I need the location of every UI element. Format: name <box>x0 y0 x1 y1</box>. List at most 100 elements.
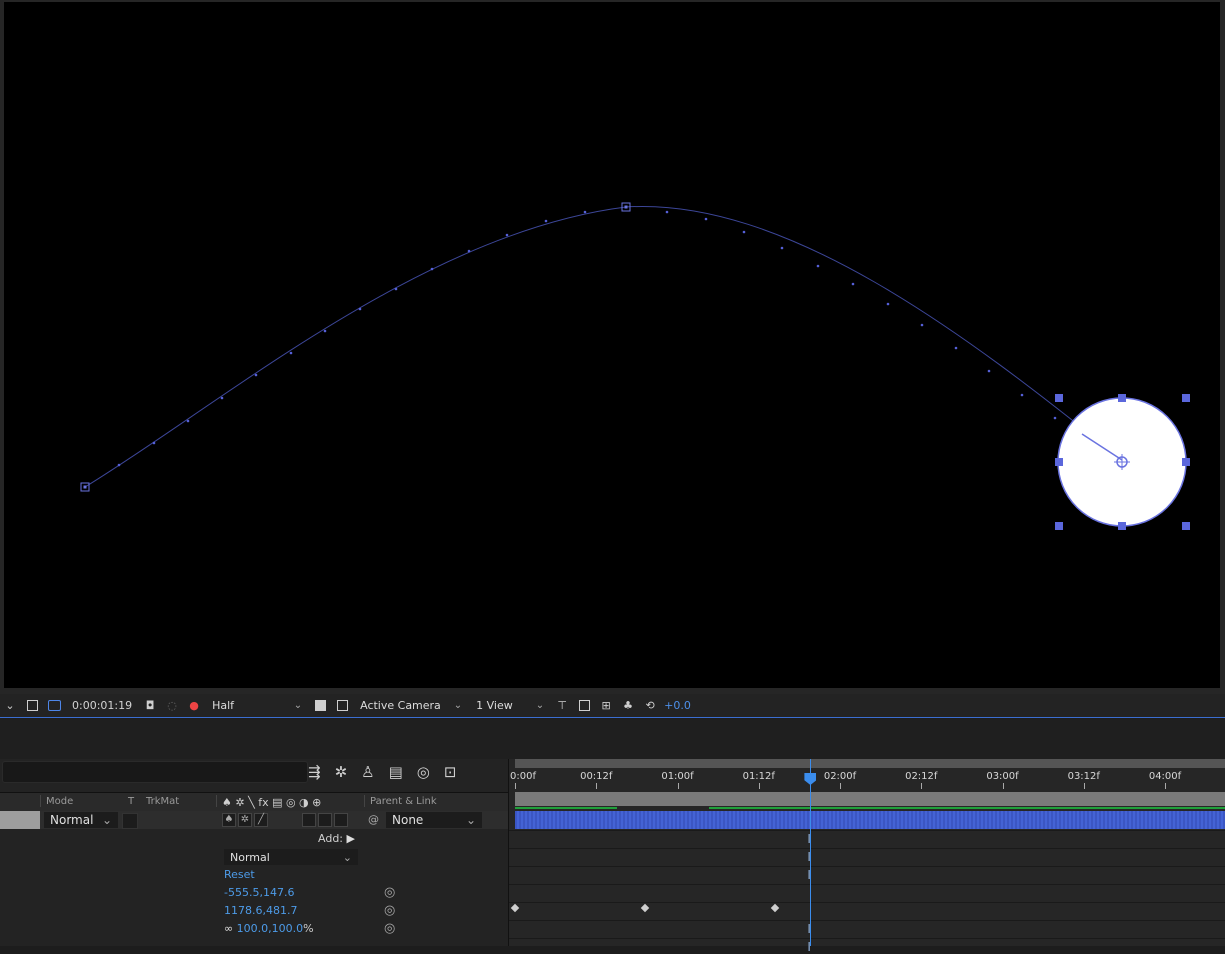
ruler-tick <box>596 783 598 789</box>
transparency-grid-icon[interactable] <box>334 697 350 715</box>
parent-dropdown[interactable]: None ⌄ <box>386 812 482 828</box>
stopwatch-icon[interactable]: ◎ <box>384 921 395 936</box>
composition-viewer <box>0 0 1225 694</box>
camera-label: Active Camera <box>360 699 441 712</box>
layer-duration-bar[interactable] <box>515 811 1225 829</box>
ruler-tick-label: 01:00f <box>661 771 694 782</box>
ruler-tick-label: 01:12f <box>742 771 775 782</box>
timeline-switch-icons: ⇶ ✲ ♙ ▤ ◎ ⊡ <box>308 763 456 781</box>
cache-indicator <box>515 807 617 809</box>
blend-mode-dropdown[interactable]: Normal ⌄ <box>224 849 358 865</box>
switches-column-icons[interactable]: ♠ ✲ ╲ fx ▤ ◎ ◑ ⊕ <box>222 796 321 809</box>
cache-indicator <box>709 807 1225 809</box>
parent-label: None <box>392 813 424 827</box>
view-layout-label: 1 View <box>476 699 513 712</box>
ruler-tick-label: 03:00f <box>986 771 1019 782</box>
composition-mini-flowchart-icon[interactable]: ⇶ <box>308 763 321 781</box>
ruler-tick-label: 00:12f <box>580 771 613 782</box>
t-column-header[interactable]: T <box>128 796 134 807</box>
ruler-tick <box>515 783 516 789</box>
constrain-proportions-icon[interactable]: ∞ <box>224 922 233 935</box>
motion-path-overlay <box>80 202 1190 530</box>
composition-canvas[interactable] <box>4 2 1220 688</box>
timeline-layer-panel: ⇶ ✲ ♙ ▤ ◎ ⊡ Mode T TrkMat ♠ ✲ ╲ fx ▤ ◎ ◑… <box>0 759 508 946</box>
parent-column-header[interactable]: Parent & Link <box>370 796 437 807</box>
chevron-down-icon: ⌄ <box>453 700 463 711</box>
3d-layer-switch[interactable] <box>334 813 348 827</box>
motion-path <box>84 205 1123 488</box>
track-separator <box>509 938 1225 939</box>
shy-layers-icon[interactable]: ♙ <box>361 763 374 781</box>
position-value[interactable]: 1178.6,481.7 <box>224 904 297 917</box>
ruler-tick <box>1165 783 1166 789</box>
stopwatch-icon[interactable]: ◎ <box>384 903 395 918</box>
layer-search-input[interactable] <box>2 761 308 783</box>
grid-guides-icon[interactable] <box>24 697 40 715</box>
stopwatch-icon[interactable]: ◎ <box>384 885 395 900</box>
fast-previews-icon[interactable] <box>576 697 592 715</box>
scale-row: ∞ 100.0,100.0% ◎ <box>0 920 508 938</box>
layer-mode-label: Normal <box>50 813 94 827</box>
motion-path-dots <box>117 210 1057 467</box>
mask-visibility-icon[interactable] <box>46 697 62 715</box>
region-of-interest-icon[interactable] <box>312 697 328 715</box>
motion-blur-icon[interactable]: ◎ <box>417 763 430 781</box>
ruler-tick <box>921 783 923 789</box>
work-area-bar[interactable] <box>515 792 1225 806</box>
current-time-indicator-head[interactable] <box>804 773 817 785</box>
flowchart-icon[interactable]: ♣ <box>620 697 636 715</box>
ruler-tick-label: 02:12f <box>905 771 938 782</box>
ruler-tick <box>840 783 841 789</box>
show-snapshot-icon[interactable]: ◌ <box>164 697 180 715</box>
collapse-switch[interactable]: ✲ <box>238 813 252 827</box>
timeline-icon[interactable]: ⊞ <box>598 697 614 715</box>
add-property-row: Add: ▶ <box>0 830 508 848</box>
time-navigator-bar[interactable] <box>515 759 1225 768</box>
current-time-display[interactable]: 0:00:01:19 <box>68 699 136 712</box>
exposure-value[interactable]: +0.0 <box>664 699 691 712</box>
toggle-pixel-aspect-icon[interactable]: ⊤ <box>554 697 570 715</box>
chevron-down-icon: ⌄ <box>465 813 476 827</box>
track-separator <box>509 884 1225 885</box>
track-separator <box>509 920 1225 921</box>
timeline-header-band <box>0 719 1225 759</box>
pick-whip-icon[interactable]: @ <box>368 813 379 826</box>
frame-blending-icon[interactable]: ▤ <box>389 763 403 781</box>
mode-column-header[interactable]: Mode <box>46 796 73 807</box>
ruler-tick-label: 0:00f <box>510 771 536 782</box>
layer-mode-dropdown[interactable]: Normal ⌄ <box>44 812 118 828</box>
layer-label-color[interactable] <box>0 811 40 829</box>
anchor-point-value[interactable]: -555.5,147.6 <box>224 886 294 899</box>
graph-editor-icon[interactable]: ⊡ <box>444 763 457 781</box>
resolution-dropdown[interactable]: Half ⌄ <box>208 699 306 712</box>
add-menu-icon[interactable]: ▶ <box>347 832 355 845</box>
snapshot-camera-icon[interactable]: ◘ <box>142 697 158 715</box>
view-layout-dropdown[interactable]: 1 View ⌄ <box>472 699 548 712</box>
scale-value[interactable]: 100.0,100.0 <box>237 922 303 935</box>
chevron-down-icon[interactable]: ⌄ <box>2 697 18 715</box>
motion-blur-switch[interactable] <box>302 813 316 827</box>
reset-row: Reset <box>0 866 508 884</box>
position-keyframe[interactable] <box>640 903 650 913</box>
reset-link[interactable]: Reset <box>224 868 255 881</box>
quality-switch[interactable]: ╱ <box>254 813 268 827</box>
position-keyframe[interactable] <box>770 903 780 913</box>
trkmat-box[interactable] <box>122 813 138 829</box>
adjustment-switch[interactable] <box>318 813 332 827</box>
ruler-tick <box>1002 783 1004 789</box>
trkmat-column-header[interactable]: TrkMat <box>146 796 179 807</box>
track-separator <box>509 848 1225 849</box>
ruler-tick-label: 02:00f <box>823 771 857 782</box>
column-header-row: Mode T TrkMat ♠ ✲ ╲ fx ▤ ◎ ◑ ⊕ Parent & … <box>0 792 508 811</box>
shy-switch[interactable]: ♠ <box>222 813 236 827</box>
color-channels-icon[interactable]: ● <box>186 697 202 715</box>
position-keyframe[interactable] <box>510 903 520 913</box>
layer-row[interactable]: Normal ⌄ ♠ ✲ ╱ @ None ⌄ <box>0 811 508 829</box>
camera-dropdown[interactable]: Active Camera ⌄ <box>356 699 466 712</box>
ruler-tick <box>758 783 760 789</box>
chevron-down-icon: ⌄ <box>535 700 545 711</box>
ruler-tick-label: 03:12f <box>1067 771 1100 782</box>
draft-3d-icon[interactable]: ✲ <box>335 763 348 781</box>
blend-mode-row: Normal ⌄ <box>0 848 508 866</box>
reset-exposure-icon[interactable]: ⟲ <box>642 697 658 715</box>
